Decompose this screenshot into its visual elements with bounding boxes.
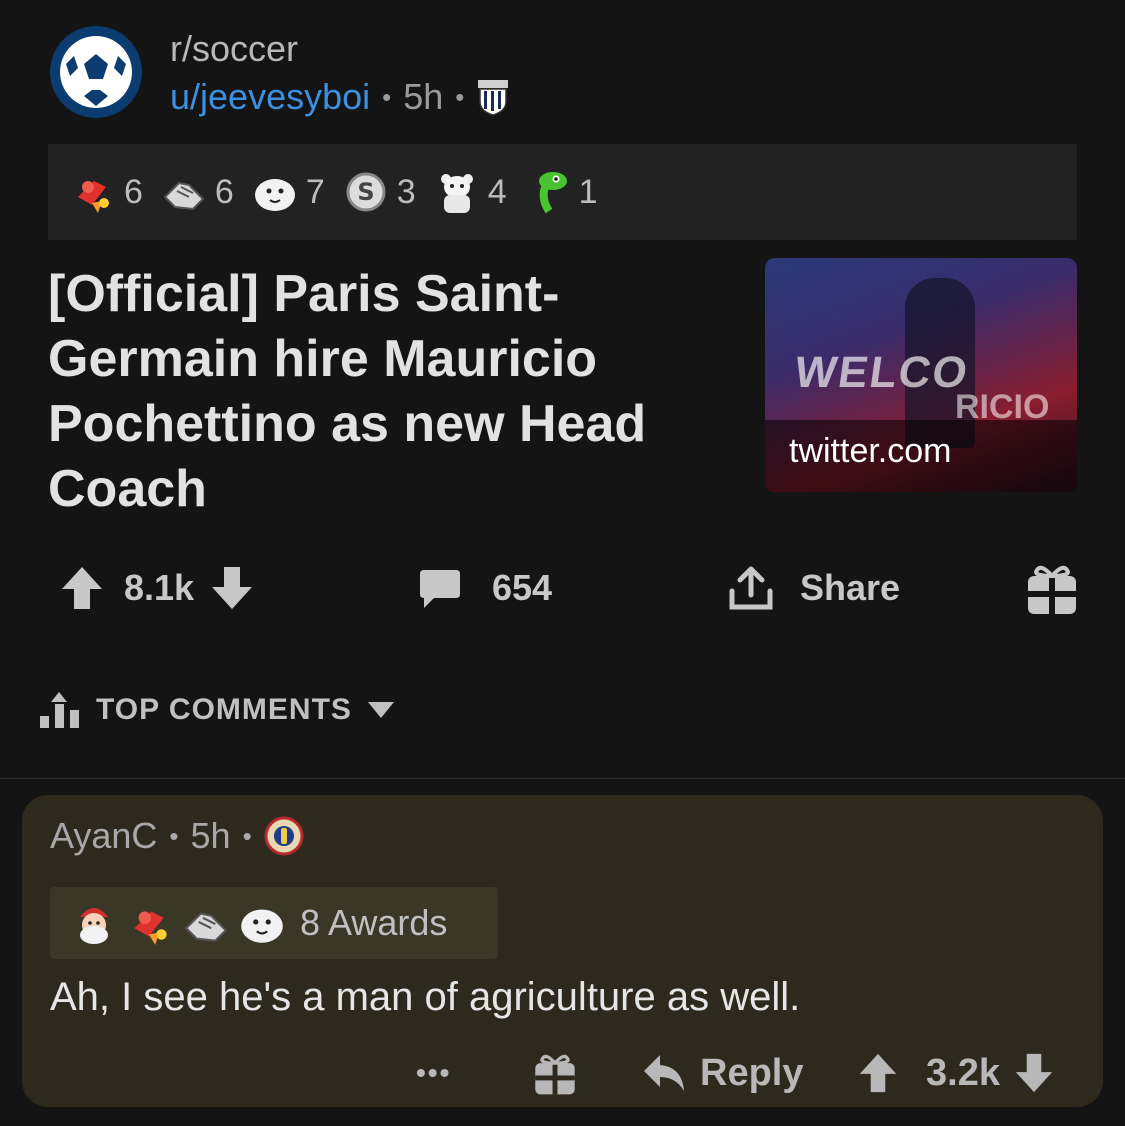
award-item[interactable]: 6: [68, 167, 143, 217]
separator-dot: •: [169, 820, 179, 851]
upvote-arrow-icon[interactable]: [858, 1052, 898, 1094]
comment-card[interactable]: AyanC • 5h • 8 Awards Ah, I see he's a m…: [22, 795, 1103, 1107]
subreddit-name[interactable]: r/soccer: [170, 28, 298, 70]
award-item[interactable]: 1: [523, 167, 598, 217]
comment-count: 654: [492, 567, 553, 608]
downvote-arrow-icon[interactable]: [210, 565, 254, 611]
separator-dot: •: [455, 81, 465, 112]
comment-body: Ah, I see he's a man of agriculture as w…: [50, 975, 801, 1019]
wholesome-seal-award-icon: [254, 179, 295, 211]
reply-arrow-icon: [644, 1055, 684, 1091]
post-action-bar: 8.1k 654 Share: [60, 560, 1090, 616]
silver-award-icon: S: [346, 172, 386, 212]
reply-button[interactable]: Reply: [642, 1045, 803, 1101]
comment-score: 3.2k: [926, 1051, 1000, 1094]
gift-award-icon[interactable]: [532, 1049, 578, 1097]
svg-text:S: S: [357, 178, 374, 206]
bear-award-icon: [440, 174, 473, 213]
comment-author[interactable]: AyanC: [50, 815, 157, 857]
thumbnail-text-left: WELCO: [791, 348, 973, 397]
dinosaur-award-icon: [538, 172, 567, 214]
reply-label: Reply: [700, 1051, 804, 1094]
comment-bubble-icon: [420, 570, 460, 608]
comment-awards-bar[interactable]: 8 Awards: [50, 887, 498, 959]
post-age: 5h: [403, 76, 444, 117]
comment-action-bar: ••• Reply 3.2k: [22, 1045, 1103, 1101]
upvote-arrow-icon[interactable]: [60, 565, 104, 611]
subreddit-soccer-ball-icon[interactable]: [48, 24, 144, 120]
comment-age: 5h: [190, 815, 231, 856]
comment-vote-group: 3.2k: [858, 1045, 1054, 1101]
east-bengal-crest-icon: [264, 816, 304, 856]
comment-sort-dropdown[interactable]: TOP COMMENTS: [38, 690, 396, 730]
post-title[interactable]: [Official] Paris Saint-Germain hire Maur…: [48, 262, 728, 522]
share-button[interactable]: Share: [728, 560, 900, 616]
link-domain: twitter.com: [765, 420, 1077, 492]
comment-meta: AyanC • 5h •: [50, 815, 304, 857]
awards-count-label: 8 Awards: [300, 902, 448, 943]
share-icon: [729, 566, 773, 610]
reddit-post-screen: r/soccer u/jeevesyboi • 5h • 6 6 7 S 3 4…: [0, 0, 1125, 1126]
chevron-down-icon: [367, 702, 394, 718]
link-thumbnail[interactable]: WELCO RICIO twitter.com: [765, 258, 1077, 492]
more-options-button[interactable]: •••: [416, 1045, 451, 1101]
separator-dot: •: [382, 81, 392, 112]
downvote-arrow-icon[interactable]: [1014, 1052, 1054, 1094]
rocket-like-award-icon: [78, 181, 109, 213]
post-author[interactable]: u/jeevesyboi: [170, 76, 370, 118]
share-label: Share: [800, 567, 901, 608]
award-item[interactable]: 6: [159, 167, 234, 217]
award-item[interactable]: S 3: [341, 167, 416, 217]
handshake-award-icon: [184, 912, 228, 942]
rocket-like-award-icon: [134, 911, 167, 945]
post-awards-bar[interactable]: 6 6 7 S 3 4 1: [48, 144, 1077, 240]
separator-dot: •: [242, 820, 252, 851]
award-item[interactable]: 7: [250, 167, 325, 217]
vote-group: 8.1k: [60, 560, 254, 616]
sort-bars-icon: [40, 692, 79, 728]
comments-button[interactable]: 654: [418, 560, 552, 616]
handshake-award-icon: [163, 181, 205, 211]
divider: [0, 778, 1125, 779]
santa-award-icon: [80, 908, 108, 944]
sort-label: TOP COMMENTS: [96, 693, 352, 726]
wholesome-seal-award-icon: [241, 909, 283, 943]
post-meta: u/jeevesyboi • 5h •: [170, 76, 510, 118]
gift-award-icon[interactable]: [1024, 560, 1080, 616]
post-score: 8.1k: [124, 567, 195, 608]
award-item[interactable]: 4: [432, 167, 507, 217]
west-brom-crest-icon: [478, 80, 509, 116]
